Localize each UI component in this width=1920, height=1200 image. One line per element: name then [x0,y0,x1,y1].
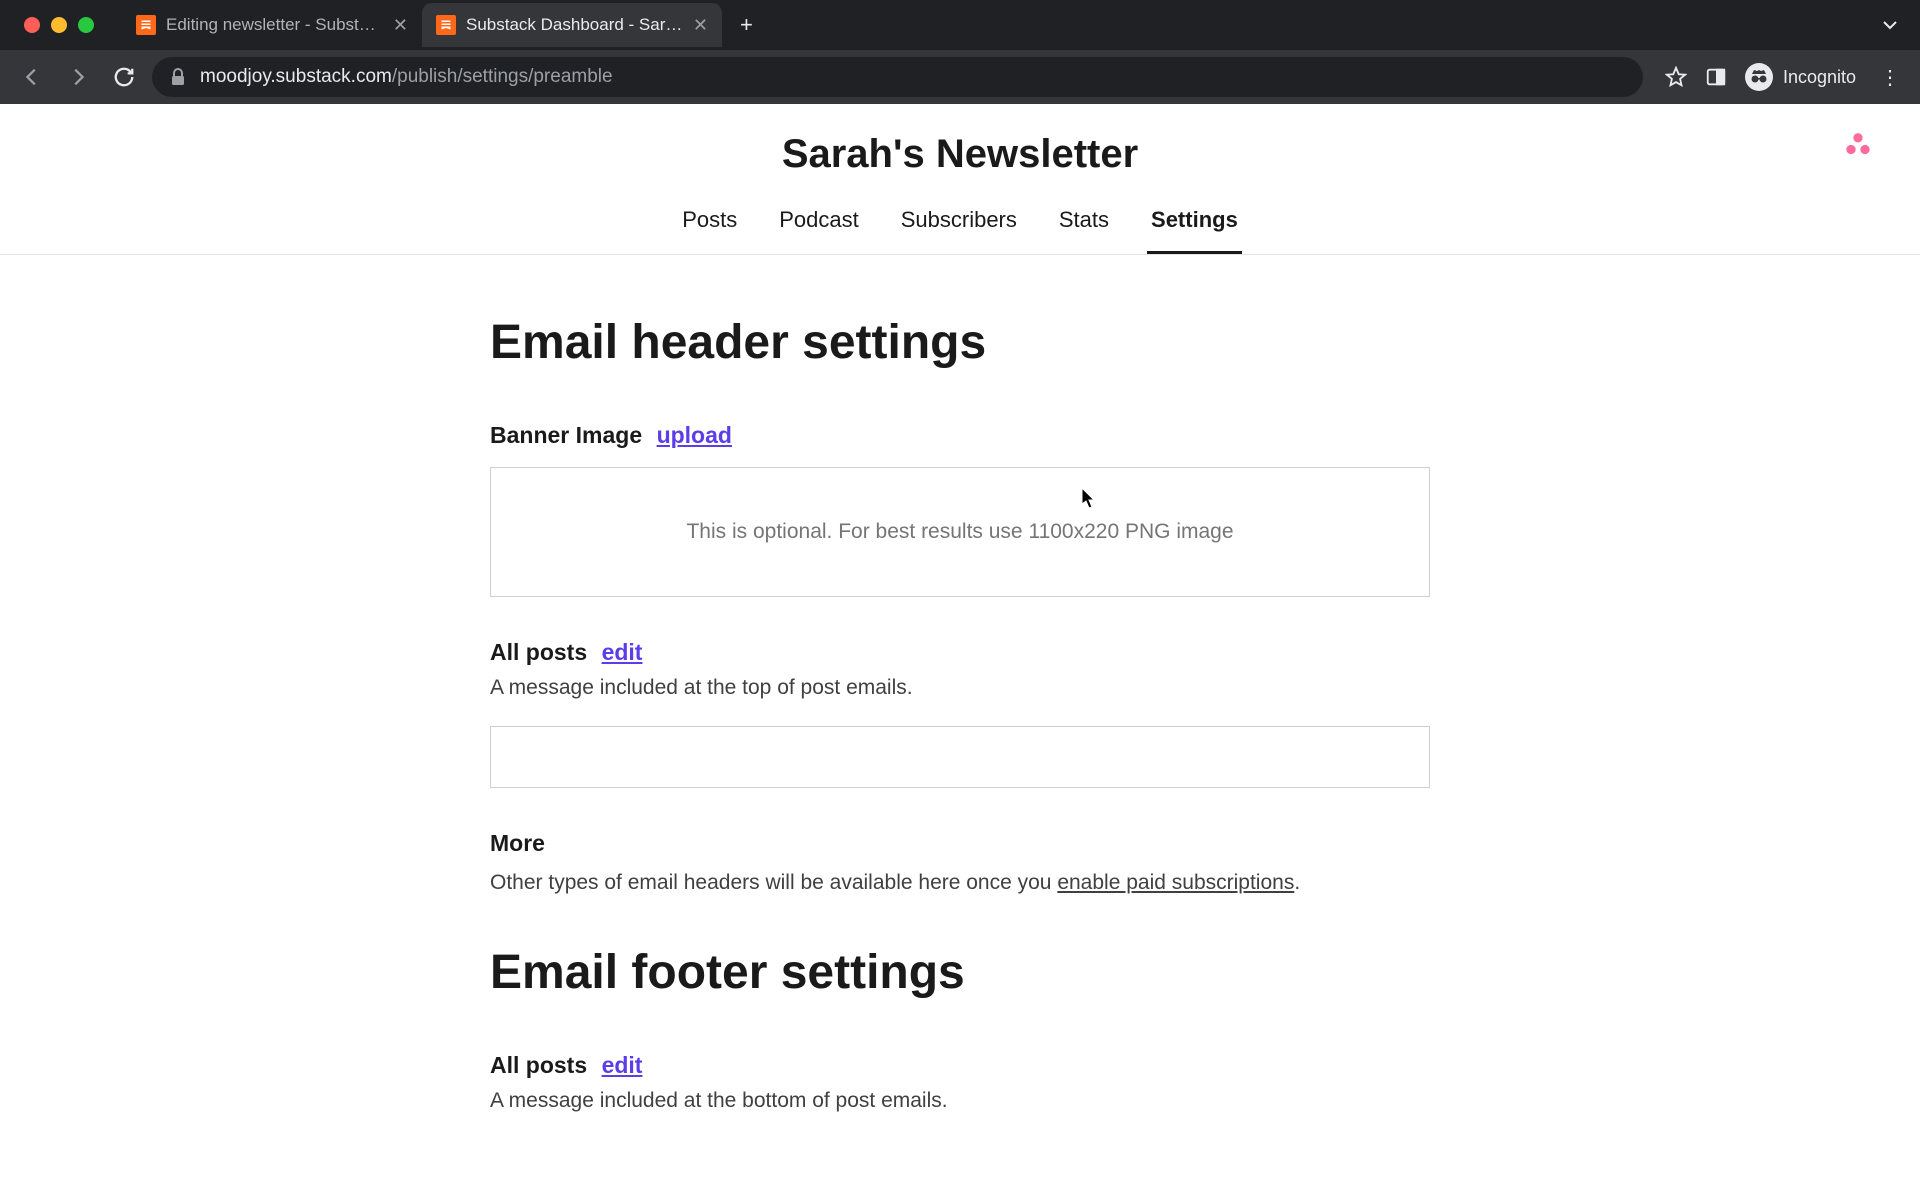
close-window-button[interactable] [24,17,40,33]
incognito-badge[interactable]: Incognito [1745,63,1856,91]
enable-paid-subscriptions-link[interactable]: enable paid subscriptions [1057,871,1294,894]
upload-link[interactable]: upload [657,422,732,448]
page-content: Sarah's Newsletter Posts Podcast Subscri… [0,104,1920,1200]
nav-tab-posts[interactable]: Posts [678,193,741,254]
setting-all-posts-header: All posts edit A message included at the… [490,639,1430,788]
panel-icon[interactable] [1705,66,1727,88]
toolbar-right: Incognito ⋮ [1665,63,1906,91]
section-title-footer: Email footer settings [490,945,1430,1000]
bookmark-icon[interactable] [1665,66,1687,88]
lock-icon [170,68,186,86]
setting-description: A message included at the bottom of post… [490,1089,1430,1113]
settings-content: Email header settings Banner Image uploa… [470,255,1450,1113]
setting-label: More [490,830,545,856]
page-header: Sarah's Newsletter [0,104,1920,193]
header-message-input[interactable] [490,726,1430,788]
forward-button[interactable] [60,59,96,95]
nav-tab-podcast[interactable]: Podcast [775,193,863,254]
browser-menu-icon[interactable]: ⋮ [1874,65,1906,90]
window-controls [24,17,94,33]
dropzone-placeholder: This is optional. For best results use 1… [686,520,1233,544]
setting-description: A message included at the top of post em… [490,676,1430,700]
edit-link[interactable]: edit [602,1052,643,1078]
site-title: Sarah's Newsletter [782,132,1138,177]
banner-dropzone[interactable]: This is optional. For best results use 1… [490,467,1430,597]
browser-tab-active[interactable]: Substack Dashboard - Sarah's ✕ [422,3,722,47]
close-tab-icon[interactable]: ✕ [393,16,408,34]
tab-title: Editing newsletter - Substack [166,15,383,35]
substack-favicon-icon [136,15,156,35]
incognito-label: Incognito [1783,67,1856,88]
address-bar[interactable]: moodjoy.substack.com/publish/settings/pr… [152,57,1643,97]
substack-favicon-icon [436,15,456,35]
nav-tab-settings[interactable]: Settings [1147,193,1242,254]
close-tab-icon[interactable]: ✕ [693,16,708,34]
incognito-icon [1745,63,1773,91]
back-button[interactable] [14,59,50,95]
more-text: Other types of email headers will be ava… [490,871,1430,895]
browser-chrome: Editing newsletter - Substack ✕ Substack… [0,0,1920,104]
nav-tabs: Posts Podcast Subscribers Stats Settings [0,193,1920,255]
section-title-header: Email header settings [490,315,1430,370]
browser-toolbar: moodjoy.substack.com/publish/settings/pr… [0,50,1920,104]
tabs-dropdown-icon[interactable] [1882,20,1898,30]
nav-tab-stats[interactable]: Stats [1055,193,1113,254]
setting-label: Banner Image [490,422,642,448]
edit-link[interactable]: edit [602,639,643,665]
setting-all-posts-footer: All posts edit A message included at the… [490,1052,1430,1113]
tab-title: Substack Dashboard - Sarah's [466,15,683,35]
nav-tab-subscribers[interactable]: Subscribers [897,193,1021,254]
url-text: moodjoy.substack.com/publish/settings/pr… [200,66,613,88]
setting-label: All posts [490,639,587,665]
reload-button[interactable] [106,59,142,95]
new-tab-button[interactable]: + [740,12,753,38]
minimize-window-button[interactable] [51,17,67,33]
tab-bar: Editing newsletter - Substack ✕ Substack… [0,0,1920,50]
setting-label: All posts [490,1052,587,1078]
setting-more: More Other types of email headers will b… [490,830,1430,895]
substack-logo-icon[interactable] [1844,132,1872,165]
browser-tab[interactable]: Editing newsletter - Substack ✕ [122,3,422,47]
setting-banner-image: Banner Image upload This is optional. Fo… [490,422,1430,597]
maximize-window-button[interactable] [78,17,94,33]
